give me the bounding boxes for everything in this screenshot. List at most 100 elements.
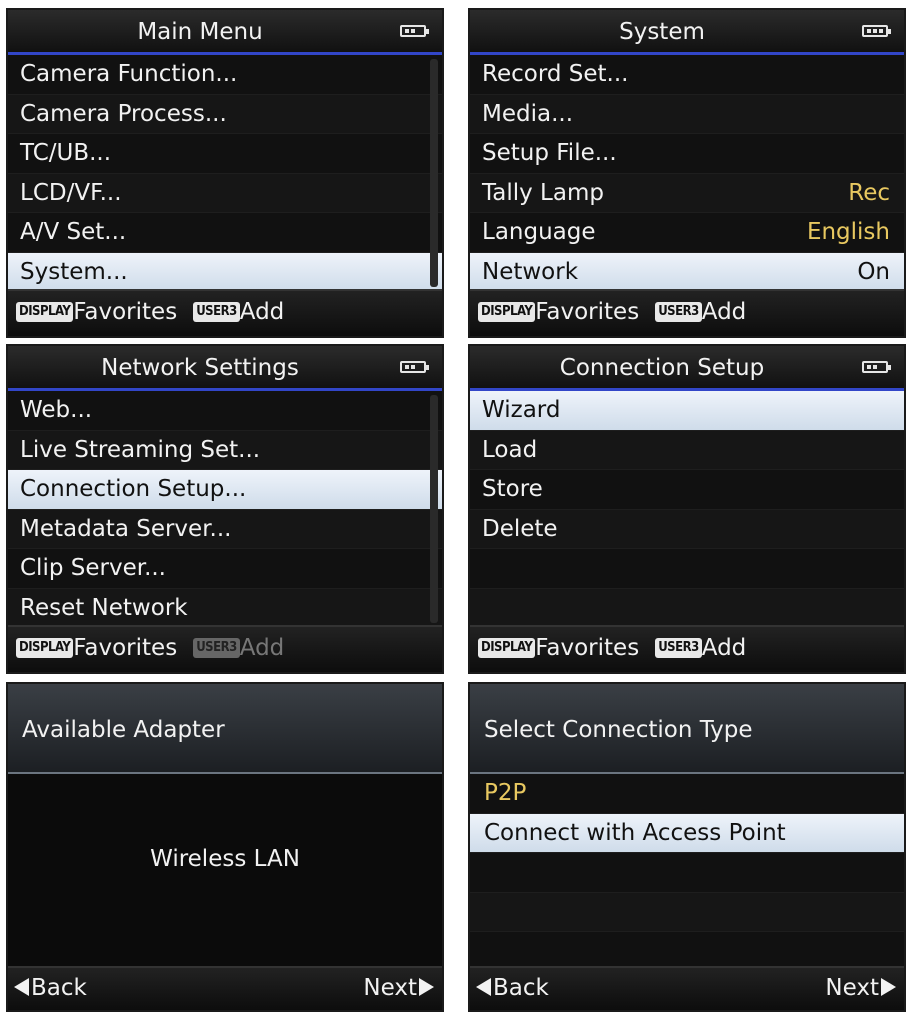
next-label: Next <box>363 975 417 1001</box>
connection-setup-screen: Connection Setup Wizard Load Store Delet… <box>468 344 906 674</box>
back-arrow-icon <box>476 978 491 996</box>
menu-item-system[interactable]: System... <box>8 252 442 292</box>
screen-title: Main Menu <box>137 19 263 45</box>
back-label: Back <box>493 975 549 1001</box>
item-label: Record Set... <box>482 61 629 87</box>
wizard-header: Select Connection Type <box>470 684 904 774</box>
available-adapter-screen: Available Adapter Wireless LAN Back Next <box>6 682 444 1012</box>
back-button[interactable]: Back <box>14 968 87 1008</box>
title-bar: Connection Setup <box>470 346 904 391</box>
item-value: English <box>806 219 890 245</box>
item-value: On <box>857 258 890 285</box>
empty-row <box>470 549 904 589</box>
menu-item-web[interactable]: Web... <box>8 391 442 431</box>
network-settings-screen: Network Settings Web... Live Streaming S… <box>6 344 444 674</box>
menu-list: Wizard Load Store Delete <box>470 391 904 628</box>
battery-icon <box>400 361 429 373</box>
menu-item-tally-lamp[interactable]: Tally Lamp Rec <box>470 173 904 213</box>
select-connection-type-screen: Select Connection Type P2P Connect with … <box>468 682 906 1012</box>
menu-item-connection-setup[interactable]: Connection Setup... <box>8 470 442 510</box>
user3-key-icon[interactable]: USER3 <box>655 638 702 658</box>
option-connect-with-access-point[interactable]: Connect with Access Point <box>470 813 904 853</box>
wizard-footer: Back Next <box>8 966 442 1010</box>
battery-icon <box>862 25 891 37</box>
screen-title: System <box>619 19 705 45</box>
footer-bar: DISPLAY Favorites USER3 Add <box>470 625 904 672</box>
item-value: Rec <box>848 179 890 206</box>
next-arrow-icon <box>419 978 434 996</box>
menu-item-wizard[interactable]: Wizard <box>470 391 904 431</box>
screen-title: Connection Setup <box>559 355 765 381</box>
menu-list: Camera Function... Camera Process... TC/… <box>8 55 442 292</box>
empty-row <box>470 588 904 628</box>
battery-icon <box>400 25 429 37</box>
item-label: Network <box>482 258 579 285</box>
user3-key-icon[interactable]: USER3 <box>655 302 702 322</box>
favorites-label: Favorites <box>73 299 178 325</box>
add-label: Add <box>701 299 747 325</box>
screen-title: Network Settings <box>101 355 299 381</box>
battery-icon <box>862 361 891 373</box>
wizard-footer: Back Next <box>470 966 904 1010</box>
title-bar: Main Menu <box>8 10 442 55</box>
back-button[interactable]: Back <box>476 968 549 1008</box>
favorites-label: Favorites <box>535 299 640 325</box>
item-label: Setup File... <box>482 140 617 166</box>
menu-item-metadata-server[interactable]: Metadata Server... <box>8 509 442 549</box>
option-p2p[interactable]: P2P <box>470 774 904 814</box>
back-label: Back <box>31 975 87 1001</box>
footer-bar: DISPLAY Favorites USER3 Add <box>470 289 904 336</box>
next-label: Next <box>825 975 879 1001</box>
footer-bar: DISPLAY Favorites USER3 Add <box>8 289 442 336</box>
adapter-option[interactable]: Wireless LAN <box>8 846 442 872</box>
user3-key-icon[interactable]: USER3 <box>193 302 240 322</box>
add-label: Add <box>239 635 285 661</box>
item-label: Language <box>482 219 596 245</box>
next-button[interactable]: Next <box>825 968 896 1008</box>
menu-item-live-streaming-set[interactable]: Live Streaming Set... <box>8 430 442 470</box>
favorites-label: Favorites <box>73 635 178 661</box>
next-arrow-icon <box>881 978 896 996</box>
menu-item-reset-network[interactable]: Reset Network <box>8 588 442 628</box>
empty-row <box>470 892 904 932</box>
empty-row <box>470 853 904 893</box>
menu-item-language[interactable]: Language English <box>470 213 904 253</box>
wizard-body: Wireless LAN <box>8 774 442 969</box>
menu-list: Record Set... Media... Setup File... Tal… <box>470 55 904 292</box>
menu-item-lcd-vf[interactable]: LCD/VF... <box>8 173 442 213</box>
footer-bar: DISPLAY Favorites USER3 Add <box>8 625 442 672</box>
display-key-icon[interactable]: DISPLAY <box>16 638 74 658</box>
back-arrow-icon <box>14 978 29 996</box>
menu-item-av-set[interactable]: A/V Set... <box>8 213 442 253</box>
scrollbar[interactable] <box>430 59 438 287</box>
add-label: Add <box>701 635 747 661</box>
wizard-header: Available Adapter <box>8 684 442 774</box>
display-key-icon[interactable]: DISPLAY <box>478 638 536 658</box>
system-screen: System Record Set... Media... Setup File… <box>468 8 906 338</box>
menu-item-record-set[interactable]: Record Set... <box>470 55 904 95</box>
menu-list: Web... Live Streaming Set... Connection … <box>8 391 442 628</box>
display-key-icon[interactable]: DISPLAY <box>16 302 74 322</box>
menu-item-clip-server[interactable]: Clip Server... <box>8 549 442 589</box>
scrollbar[interactable] <box>430 395 438 623</box>
next-button[interactable]: Next <box>363 968 434 1008</box>
menu-item-media[interactable]: Media... <box>470 94 904 134</box>
user3-key-icon: USER3 <box>193 638 240 658</box>
menu-item-load[interactable]: Load <box>470 430 904 470</box>
menu-item-network[interactable]: Network On <box>470 252 904 292</box>
menu-item-camera-function[interactable]: Camera Function... <box>8 55 442 95</box>
add-label: Add <box>239 299 285 325</box>
item-label: Tally Lamp <box>482 179 604 206</box>
menu-item-store[interactable]: Store <box>470 470 904 510</box>
main-menu-screen: Main Menu Camera Function... Camera Proc… <box>6 8 444 338</box>
item-label: Media... <box>482 100 574 127</box>
menu-item-delete[interactable]: Delete <box>470 509 904 549</box>
favorites-label: Favorites <box>535 635 640 661</box>
menu-item-setup-file[interactable]: Setup File... <box>470 134 904 174</box>
display-key-icon[interactable]: DISPLAY <box>478 302 536 322</box>
title-bar: Network Settings <box>8 346 442 391</box>
menu-item-camera-process[interactable]: Camera Process... <box>8 94 442 134</box>
connection-type-list: P2P Connect with Access Point <box>470 774 904 972</box>
title-bar: System <box>470 10 904 55</box>
menu-item-tc-ub[interactable]: TC/UB... <box>8 134 442 174</box>
